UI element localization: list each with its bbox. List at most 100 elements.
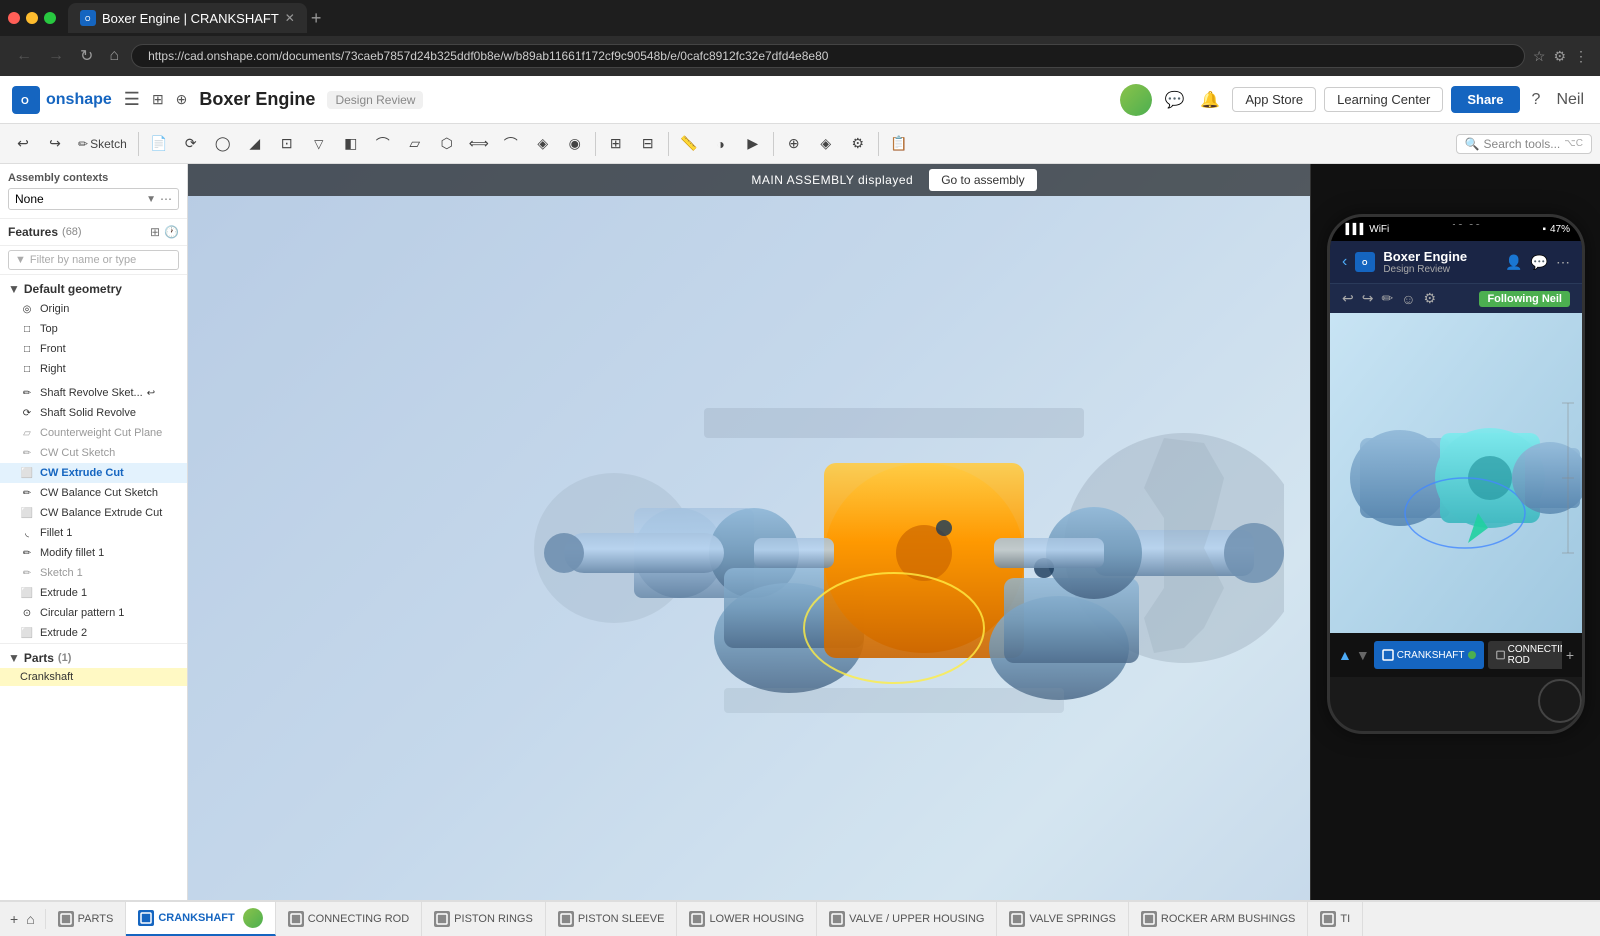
new-tab-button[interactable]: + [311,8,322,29]
parts-tab[interactable]: PARTS [46,902,127,936]
close-button[interactable] [8,12,20,24]
bookmark-icon[interactable]: ☆ [1533,48,1546,65]
help-icon[interactable]: ? [1528,87,1545,113]
revolve-button[interactable]: ⟳ [176,129,206,159]
feature-right[interactable]: □ Right [0,359,187,379]
wrap-button[interactable]: ⌒ [368,129,398,159]
valve-springs-tab[interactable]: VALVE SPRINGS [997,902,1128,936]
undo-button[interactable]: ↩ [8,129,38,159]
new-button[interactable]: 📄 [144,129,174,159]
feature-cw-cut-sketch[interactable]: ✏ CW Cut Sketch [0,443,187,463]
learning-center-button[interactable]: Learning Center [1324,87,1443,112]
extensions-icon[interactable]: ⚙ [1553,48,1566,65]
parts-group-header[interactable]: ▼ Parts (1) [0,648,187,668]
address-bar[interactable]: https://cad.onshape.com/documents/73caeb… [131,44,1525,68]
forward-button[interactable]: → [44,43,68,69]
drawing-button[interactable]: 📋 [884,129,914,159]
phone-undo-icon[interactable]: ↩ [1342,290,1354,307]
shell-button[interactable]: ◯ [208,129,238,159]
filter-input-field[interactable]: ▼ Filter by name or type [8,250,179,270]
feature-cw-balance-extrude-cut[interactable]: ⬜ CW Balance Extrude Cut [0,503,187,523]
phone-crankshaft-tab[interactable]: CRANKSHAFT [1374,641,1484,669]
phone-redo-icon[interactable]: ↪ [1362,290,1374,307]
menu-icon[interactable]: ⋮ [1574,48,1588,65]
loft-button[interactable]: ◈ [528,129,558,159]
sim-button[interactable]: ▶ [738,129,768,159]
view-section-button[interactable]: ⊟ [633,129,663,159]
chamfer-button[interactable]: ◢ [240,129,270,159]
view-menu-icon[interactable]: ⊞ [152,91,164,108]
assembly-contexts-dropdown[interactable]: None ▼ ⋯ [8,188,179,210]
phone-pencil-icon[interactable]: ✏ [1381,290,1393,307]
minimize-button[interactable] [26,12,38,24]
feature-circular-pattern-1[interactable]: ⊙ Circular pattern 1 [0,603,187,623]
expand-all-icon[interactable]: ⊞ [150,225,160,239]
tab-close-icon[interactable]: ✕ [285,11,295,25]
piston-sleeve-tab[interactable]: PISTON SLEEVE [546,902,678,936]
measure-button[interactable]: 📏 [674,129,704,159]
active-tab[interactable]: O Boxer Engine | CRANKSHAFT ✕ [68,3,307,33]
hamburger-menu-icon[interactable]: ☰ [124,89,140,110]
add-tab-icon[interactable]: + [8,909,20,929]
display-states-button[interactable]: ⊕ [779,129,809,159]
view-options-button[interactable]: ⊞ [601,129,631,159]
redo-button[interactable]: ↪ [40,129,70,159]
phone-nav-up-icon[interactable]: ▲ [1338,647,1352,663]
feature-extrude-1[interactable]: ⬜ Extrude 1 [0,583,187,603]
feature-origin[interactable]: ◎ Origin [0,299,187,319]
history-icon[interactable]: 🕐 [164,225,179,239]
sweep-button[interactable]: ◉ [560,129,590,159]
app-store-button[interactable]: App Store [1232,87,1316,112]
render-button[interactable]: ◑ [706,129,736,159]
feature-fillet-1[interactable]: ◟ Fillet 1 [0,523,187,543]
phone-connecting-rod-tab[interactable]: CONNECTING ROD [1488,641,1562,669]
crankshaft-tab[interactable]: CRANKSHAFT [126,902,275,936]
home-button[interactable]: ⌂ [105,43,123,69]
phone-add-tab-icon[interactable]: + [1566,647,1574,663]
notifications-icon[interactable]: 🔔 [1196,86,1224,114]
feature-sketch-1[interactable]: ✏ Sketch 1 [0,563,187,583]
feature-counterweight-cut-plane[interactable]: ▱ Counterweight Cut Plane [0,423,187,443]
phone-back-button[interactable]: ‹ [1342,253,1347,271]
avatar[interactable] [1120,84,1152,116]
rocker-arm-bushings-tab[interactable]: ROCKER ARM BUSHINGS [1129,902,1308,936]
phone-settings-icon[interactable]: ⚙ [1424,290,1437,307]
phone-more-icon[interactable]: ⋯ [1556,254,1570,271]
piston-rings-tab[interactable]: PISTON RINGS [422,902,546,936]
lower-housing-tab[interactable]: LOWER HOUSING [677,902,817,936]
maximize-button[interactable] [44,12,56,24]
user-menu-icon[interactable]: Neil [1552,87,1588,113]
feature-cw-balance-cut-sketch[interactable]: ✏ CW Balance Cut Sketch [0,483,187,503]
mirror-button[interactable]: ⟺ [464,129,494,159]
reload-button[interactable]: ↻ [76,42,97,70]
feature-modify-fillet-1[interactable]: ✏ Modify fillet 1 [0,543,187,563]
feature-extrude-2[interactable]: ⬜ Extrude 2 [0,623,187,643]
phone-3d-viewport[interactable] [1330,313,1582,633]
pattern-button[interactable]: ⊡ [272,129,302,159]
split-button[interactable]: ◧ [336,129,366,159]
mate-button[interactable]: ⬡ [432,129,462,159]
curve-button[interactable]: ⌒ [496,129,526,159]
phone-nav-down-icon[interactable]: ▼ [1356,647,1370,663]
context-options-icon[interactable]: ⋯ [160,192,172,206]
part-crankshaft[interactable]: Crankshaft [0,668,187,686]
plane-button[interactable]: ▱ [400,129,430,159]
3d-view[interactable]: MAIN ASSEMBLY displayed Go to assembly ✕ [188,164,1600,900]
valve-upper-housing-tab[interactable]: VALVE / UPPER HOUSING [817,902,997,936]
home-tab-icon[interactable]: ⌂ [24,909,36,929]
connecting-rod-tab[interactable]: CONNECTING ROD [276,902,422,936]
ti-tab[interactable]: TI [1308,902,1363,936]
back-button[interactable]: ← [12,43,36,69]
chat-icon[interactable]: 💬 [1160,86,1188,114]
feature-shaft-revolve-sketch[interactable]: ✏ Shaft Revolve Sket... ↩ [0,383,187,403]
viewport[interactable]: MAIN ASSEMBLY displayed Go to assembly ✕ [188,164,1600,900]
settings-menu-icon[interactable]: ⊕ [176,91,188,108]
logo-text[interactable]: onshape [46,91,112,109]
feature-front[interactable]: □ Front [0,339,187,359]
feature-cw-extrude-cut[interactable]: ⬜ CW Extrude Cut [0,463,187,483]
go-to-assembly-button[interactable]: Go to assembly [929,169,1036,191]
configuration-button[interactable]: ⚙ [843,129,873,159]
phone-emoji-icon[interactable]: ☺ [1401,291,1415,307]
feature-top[interactable]: □ Top [0,319,187,339]
named-views-button[interactable]: ◈ [811,129,841,159]
